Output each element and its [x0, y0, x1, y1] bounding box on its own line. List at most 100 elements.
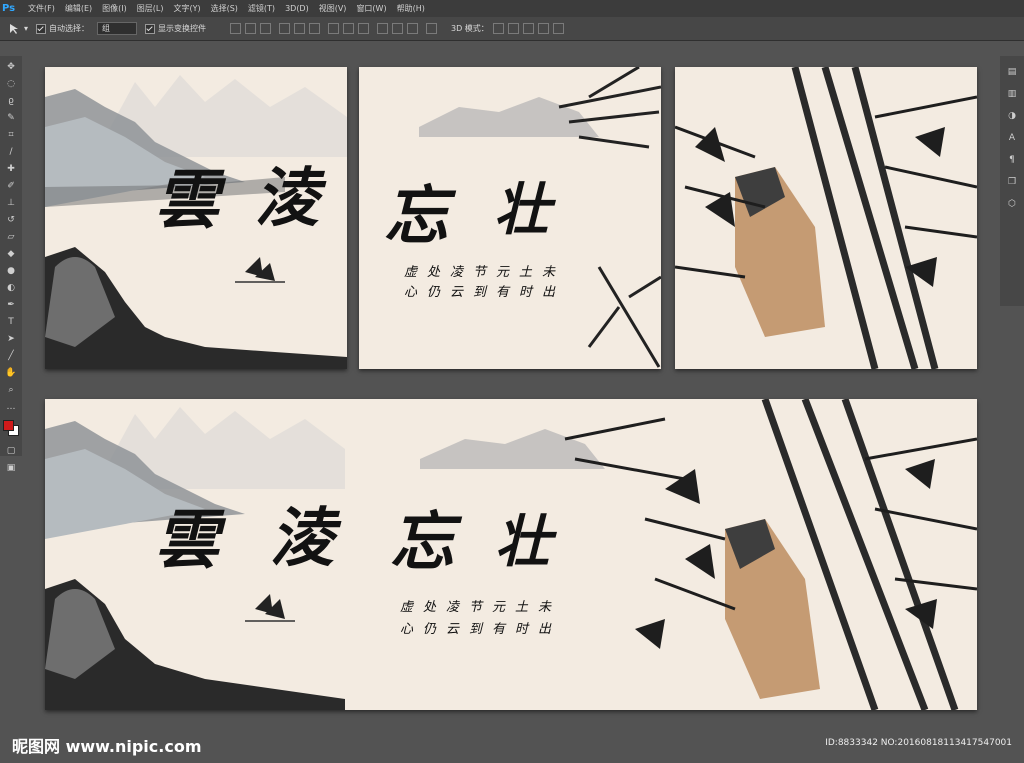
panorama-char-yun: 雲 [155, 503, 219, 578]
align-bottom-icon[interactable] [260, 23, 272, 34]
blur-tool-icon[interactable]: ● [5, 265, 17, 277]
slide-3d-icon[interactable] [537, 23, 549, 34]
menu-bar: Ps 文件(F) 编辑(E) 图像(I) 图层(L) 文字(Y) 选择(S) 滤… [0, 0, 1024, 17]
distribute-middle-icon[interactable] [343, 23, 355, 34]
image-id-watermark: ID:8833342 NO:20160818113417547001 [825, 738, 1012, 748]
title-char-wang: 忘 [384, 179, 448, 254]
show-transform-checkbox[interactable]: 显示变换控件 [145, 23, 206, 34]
menu-image[interactable]: 图像(I) [97, 3, 132, 14]
align-center-icon[interactable] [294, 23, 306, 34]
crop-tool-icon[interactable]: ⌗ [5, 129, 17, 141]
align-right-icon[interactable] [309, 23, 321, 34]
checkbox-icon [145, 23, 156, 34]
poem-block: 虚处凌节元土未 心仍云到有时出 [404, 263, 565, 303]
title-char-yun: 雲 [155, 163, 219, 238]
brush-tool-icon[interactable]: ✐ [5, 180, 17, 192]
menu-type[interactable]: 文字(Y) [168, 3, 205, 14]
screen-mode-icon[interactable]: ▣ [5, 462, 17, 474]
checkbox-icon [36, 23, 47, 34]
color-swatches[interactable] [2, 419, 20, 436]
layers-panel-icon[interactable]: ❒ [1006, 176, 1018, 188]
panorama-poem-block: 虚处凌节元土未 心仍云到有时出 [400, 597, 561, 641]
auto-select-label: 自动选择： [49, 24, 90, 33]
mode-3d: 3D 模式： [451, 23, 564, 34]
quick-mask-icon[interactable]: ▢ [5, 445, 17, 457]
scale-3d-icon[interactable] [552, 23, 564, 34]
adjustments-panel-icon[interactable]: ◑ [1006, 110, 1018, 122]
clone-stamp-tool-icon[interactable]: ⊥ [5, 197, 17, 209]
pen-tool-icon[interactable]: ✒ [5, 299, 17, 311]
paint-bucket-tool-icon[interactable]: ◆ [5, 248, 17, 260]
dodge-tool-icon[interactable]: ◐ [5, 282, 17, 294]
artboard-landscape[interactable]: 雲 淩 [45, 67, 347, 369]
menu-layer[interactable]: 图层(L) [132, 3, 169, 14]
panorama-char-zhuang: 壮 [495, 509, 551, 575]
eyedropper-tool-icon[interactable]: / [5, 146, 17, 158]
distribute-top-icon[interactable] [328, 23, 340, 34]
drag-3d-icon[interactable] [522, 23, 534, 34]
align-top-icon[interactable] [230, 23, 242, 34]
distribute-right-icon[interactable] [407, 23, 419, 34]
type-tool-icon[interactable]: T [5, 316, 17, 328]
auto-align-icon[interactable] [426, 23, 438, 34]
align-buttons [226, 23, 438, 34]
history-panel-icon[interactable]: ▤ [1006, 66, 1018, 78]
photoshop-logo[interactable]: Ps [2, 1, 19, 16]
nipic-watermark: 昵图网 www.nipic.com [12, 737, 202, 756]
artboard-panorama[interactable]: 雲 淩 忘 壮 虚处凌节元土未 心仍云到有时出 [45, 399, 977, 710]
zoom-tool-icon[interactable]: ⌕ [5, 384, 17, 396]
distribute-bottom-icon[interactable] [358, 23, 370, 34]
options-bar: ▾ 自动选择： 组 显示变换控件 3D 模式： [0, 17, 1024, 41]
marquee-tool-icon[interactable]: ◌ [5, 78, 17, 90]
move-tool-icon[interactable]: ✥ [5, 61, 17, 73]
menu-filter[interactable]: 滤镜(T) [243, 3, 280, 14]
menu-file[interactable]: 文件(F) [23, 3, 60, 14]
artboard-bamboo[interactable] [675, 67, 977, 369]
line-tool-icon[interactable]: ╱ [5, 350, 17, 362]
auto-select-dropdown[interactable]: 组 [97, 22, 138, 35]
panorama-poem-line-1: 虚处凌节元土未 [400, 600, 562, 615]
rotate-3d-icon[interactable] [492, 23, 504, 34]
eraser-tool-icon[interactable]: ▱ [5, 231, 17, 243]
path-select-tool-icon[interactable]: ➤ [5, 333, 17, 345]
distribute-left-icon[interactable] [377, 23, 389, 34]
history-brush-tool-icon[interactable]: ↺ [5, 214, 17, 226]
move-tool-icon [10, 23, 18, 34]
title-char-ling: 淩 [255, 161, 319, 236]
lasso-tool-icon[interactable]: ϱ [5, 95, 17, 107]
panorama-char-wang: 忘 [390, 505, 454, 580]
menu-3d[interactable]: 3D(D) [280, 4, 314, 13]
properties-panel-icon[interactable]: ▥ [1006, 88, 1018, 100]
distribute-hcenter-icon[interactable] [392, 23, 404, 34]
foreground-color-swatch[interactable] [3, 420, 14, 431]
auto-select-checkbox[interactable]: 自动选择： [36, 23, 89, 34]
poem-line-1: 虚处凌节元土未 [404, 265, 566, 280]
roll-3d-icon[interactable] [507, 23, 519, 34]
show-transform-label: 显示变换控件 [158, 24, 207, 33]
align-left-icon[interactable] [279, 23, 291, 34]
poem-line-2: 心仍云到有时出 [404, 285, 566, 300]
more-tools-icon[interactable]: … [5, 401, 17, 413]
mode-3d-label: 3D 模式： [451, 24, 489, 33]
panorama-poem-line-2: 心仍云到有时出 [400, 622, 562, 637]
menu-select[interactable]: 选择(S) [206, 3, 243, 14]
channels-panel-icon[interactable]: ⬡ [1006, 198, 1018, 210]
chevron-down-icon: ▾ [24, 24, 29, 33]
menu-help[interactable]: 帮助(H) [392, 3, 430, 14]
menu-window[interactable]: 窗口(W) [351, 3, 391, 14]
auto-select-value: 组 [97, 22, 138, 35]
healing-brush-tool-icon[interactable]: ✚ [5, 163, 17, 175]
menu-edit[interactable]: 编辑(E) [60, 3, 97, 14]
panorama-char-ling: 淩 [270, 501, 334, 576]
menu-view[interactable]: 视图(V) [314, 3, 352, 14]
paragraph-panel-icon[interactable]: ¶ [1006, 154, 1018, 166]
hand-tool-icon[interactable]: ✋ [5, 367, 17, 379]
panel-dock: ▤ ▥ ◑ A ¶ ❒ ⬡ [1000, 56, 1024, 306]
move-tool-preset[interactable]: ▾ [8, 23, 28, 35]
title-char-zhuang: 壮 [494, 177, 550, 243]
artboard-title[interactable]: 忘 壮 虚处凌节元土未 心仍云到有时出 [359, 67, 661, 369]
ink-bamboo-rock-painting [675, 67, 977, 369]
character-panel-icon[interactable]: A [1006, 132, 1018, 144]
quick-select-tool-icon[interactable]: ✎ [5, 112, 17, 124]
align-middle-icon[interactable] [245, 23, 257, 34]
